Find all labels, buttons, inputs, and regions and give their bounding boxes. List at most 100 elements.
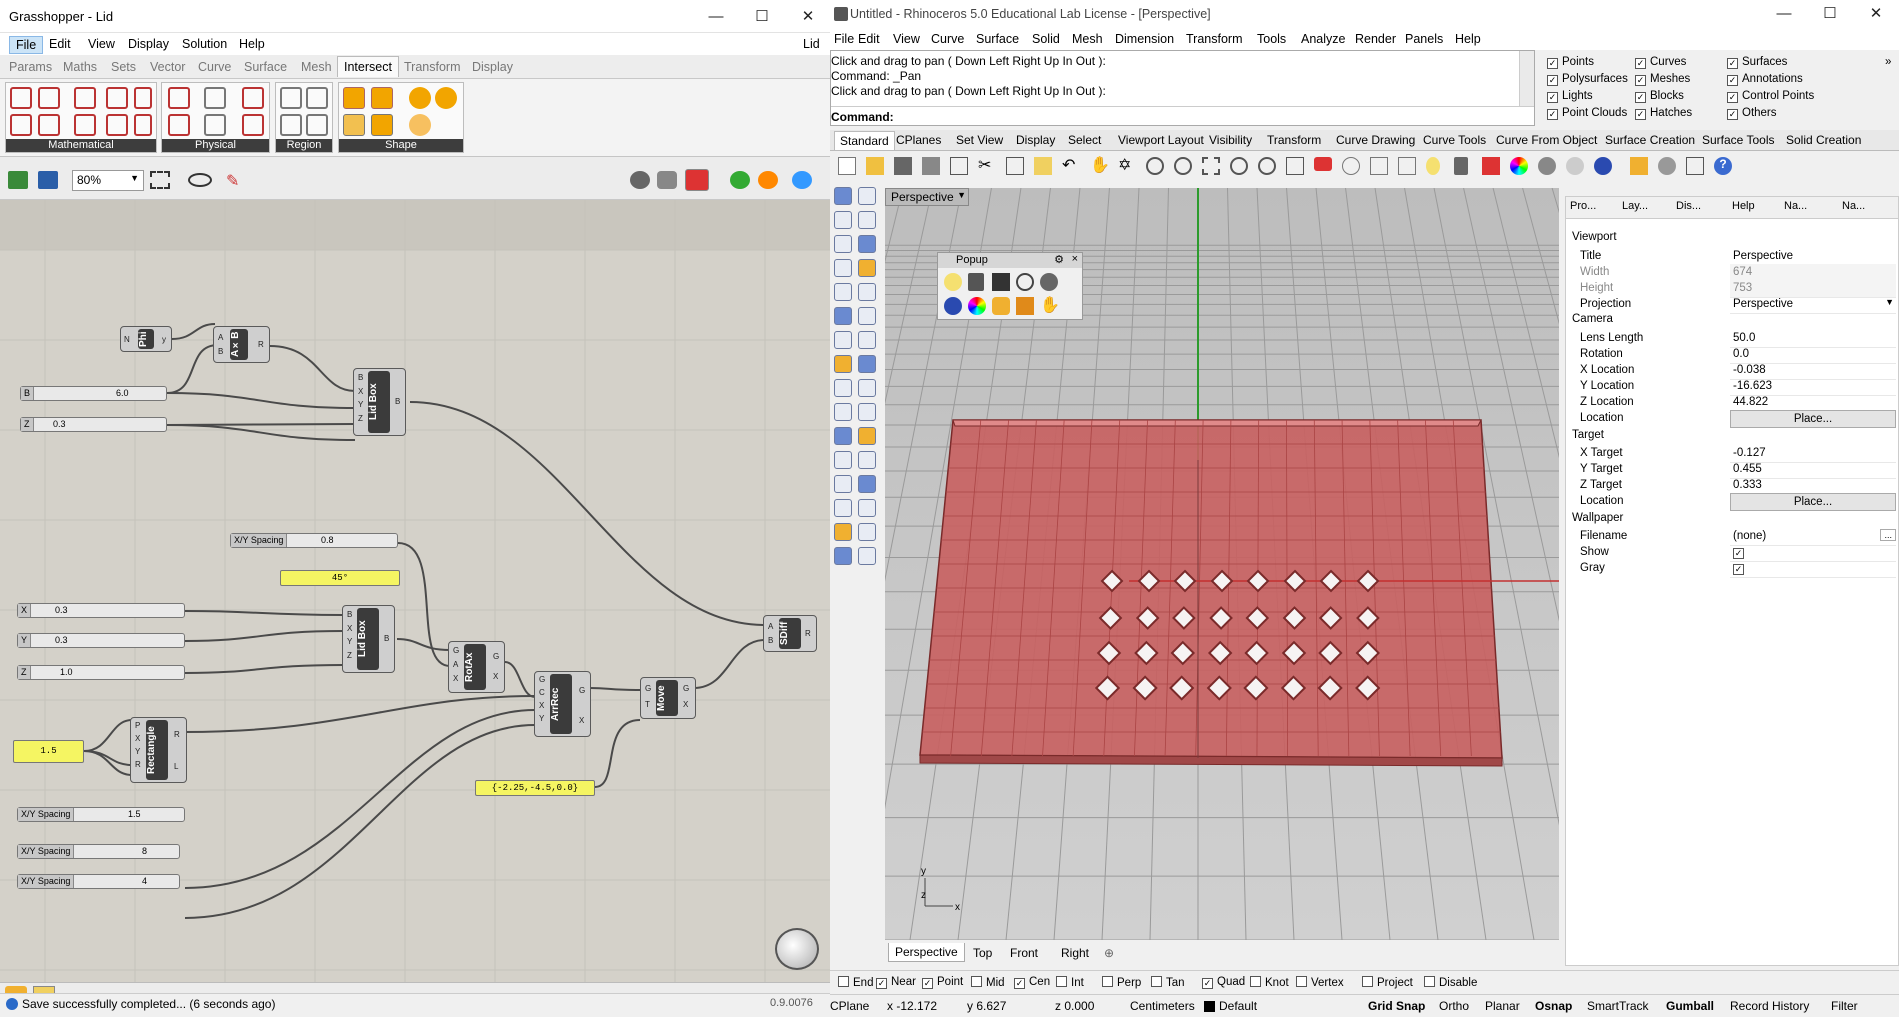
tab-layers[interactable]: Lay... bbox=[1622, 200, 1648, 212]
settings-icon[interactable] bbox=[1658, 157, 1676, 175]
menu-panels[interactable]: Panels bbox=[1399, 31, 1449, 47]
menu-edit[interactable]: Edit bbox=[852, 31, 886, 47]
save-icon[interactable] bbox=[992, 273, 1010, 291]
four-views-icon[interactable] bbox=[1286, 157, 1304, 175]
viewport-title-tab[interactable]: Perspective ▼ bbox=[885, 188, 969, 206]
join-icon[interactable] bbox=[858, 427, 876, 445]
document-preview-icon[interactable] bbox=[758, 171, 778, 189]
arc-icon[interactable] bbox=[834, 235, 852, 253]
solid-intersection-icon[interactable] bbox=[435, 87, 457, 109]
lid-box-component-2[interactable]: B X Y Z Lid Box B bbox=[342, 605, 395, 673]
tab-select[interactable]: Select bbox=[1068, 133, 1101, 147]
color-icon[interactable] bbox=[1510, 157, 1528, 175]
plane-plane-icon[interactable] bbox=[134, 114, 152, 136]
tab-properties[interactable]: Pro... bbox=[1570, 200, 1596, 212]
brep-plane-icon[interactable] bbox=[74, 87, 96, 109]
slider-xy-spacing-2[interactable]: X/Y Spacing 1.5 bbox=[17, 807, 185, 822]
minimize-icon[interactable]: — bbox=[693, 0, 739, 33]
light-icon[interactable] bbox=[858, 547, 876, 565]
plane-curve-icon[interactable] bbox=[106, 87, 128, 109]
mesh-icon[interactable] bbox=[834, 355, 852, 373]
solid-difference-icon[interactable] bbox=[409, 114, 431, 136]
osnap-checkbox[interactable]: ✓ Point bbox=[922, 976, 963, 989]
command-area[interactable]: Click and drag to pan ( Down Left Right … bbox=[830, 50, 1535, 126]
osnap-checkbox[interactable]: Project bbox=[1362, 976, 1413, 989]
rhino-titlebar[interactable]: Untitled - Rhinoceros 5.0 Educational La… bbox=[830, 0, 1899, 28]
gray-checkbox[interactable]: ✓ bbox=[1733, 564, 1744, 575]
zoom-icon[interactable] bbox=[1146, 157, 1164, 175]
paste-icon-2[interactable] bbox=[1034, 157, 1052, 175]
dimension-icon[interactable] bbox=[834, 523, 852, 541]
options-icon[interactable] bbox=[992, 297, 1010, 315]
filter-checkbox[interactable]: ✓ Control Points bbox=[1727, 90, 1814, 103]
line-plane-icon[interactable] bbox=[134, 87, 152, 109]
ortho-toggle[interactable]: Ortho bbox=[1439, 999, 1469, 1013]
filter-checkbox[interactable]: ✓ Point Clouds bbox=[1547, 107, 1627, 120]
render-icon[interactable] bbox=[1594, 157, 1612, 175]
split-icon[interactable] bbox=[834, 427, 852, 445]
region-difference-icon[interactable] bbox=[371, 87, 393, 109]
check-icon[interactable] bbox=[858, 499, 876, 517]
multiplication-component[interactable]: A B A×B R bbox=[213, 326, 270, 363]
gumball-icon[interactable] bbox=[1342, 157, 1360, 175]
tab-curve[interactable]: Curve bbox=[198, 60, 231, 74]
extrude-icon[interactable] bbox=[858, 307, 876, 325]
minimize-icon[interactable]: — bbox=[1761, 0, 1807, 28]
preview-shaded-icon[interactable] bbox=[685, 169, 709, 191]
new-file-icon[interactable] bbox=[838, 157, 856, 175]
tab-solid-creation[interactable]: Solid Creation bbox=[1786, 133, 1861, 147]
osnap-checkbox[interactable]: Knot bbox=[1250, 976, 1289, 989]
tab-surface-tools[interactable]: Surface Tools bbox=[1702, 133, 1775, 147]
surface-icon[interactable] bbox=[834, 307, 852, 325]
open-file-icon[interactable] bbox=[8, 171, 28, 189]
menu-analyze[interactable]: Analyze bbox=[1295, 31, 1351, 47]
gear-icon[interactable]: ⚙ bbox=[1054, 253, 1064, 266]
gh-canvas[interactable]: N Phi y A B A×B R B X Y Z Lid Box B B X … bbox=[0, 200, 830, 982]
open-file-icon[interactable] bbox=[866, 157, 884, 175]
copy-icon[interactable] bbox=[950, 157, 968, 175]
rotate-icon[interactable]: ✡ bbox=[1118, 155, 1131, 175]
lid-box-top[interactable] bbox=[919, 419, 1503, 759]
select-arrow-icon[interactable] bbox=[834, 187, 852, 205]
filter-checkbox[interactable]: ✓ Annotations bbox=[1727, 73, 1803, 86]
phi-component[interactable]: N Phi y bbox=[120, 326, 172, 352]
osnap-toggle[interactable]: Osnap bbox=[1535, 999, 1572, 1013]
sphere-icon[interactable] bbox=[858, 331, 876, 349]
tab-display[interactable]: Display bbox=[472, 60, 513, 74]
layer-icon[interactable] bbox=[1482, 157, 1500, 175]
fillet-icon[interactable] bbox=[834, 379, 852, 397]
section-icon[interactable] bbox=[106, 114, 128, 136]
filter-checkbox[interactable]: ✓ Curves bbox=[1635, 56, 1686, 69]
menu-solution[interactable]: Solution bbox=[176, 36, 233, 52]
undo-icon[interactable]: ↶ bbox=[1062, 155, 1075, 175]
menu-view[interactable]: View bbox=[82, 36, 121, 52]
osnap-checkbox[interactable]: Tan bbox=[1151, 976, 1185, 989]
tab-help[interactable]: Help bbox=[1732, 200, 1755, 212]
filter-checkbox[interactable]: ✓ Lights bbox=[1547, 90, 1593, 103]
circle-icon[interactable] bbox=[858, 211, 876, 229]
curve-self-icon[interactable] bbox=[168, 87, 190, 109]
osnap-checkbox[interactable]: Disable bbox=[1424, 976, 1477, 989]
boundary-volume-icon[interactable] bbox=[371, 114, 393, 136]
menu-tools[interactable]: Tools bbox=[1251, 31, 1292, 47]
options-icon[interactable] bbox=[1630, 157, 1648, 175]
osnap-checkbox[interactable]: Vertex bbox=[1296, 976, 1344, 989]
filter-checkbox[interactable]: ✓ Meshes bbox=[1635, 73, 1690, 86]
trim-region-icon[interactable] bbox=[306, 87, 328, 109]
zoom-extents-icon[interactable] bbox=[150, 171, 170, 189]
mesh-ray-icon[interactable] bbox=[38, 114, 60, 136]
menu-curve[interactable]: Curve bbox=[925, 31, 970, 47]
tab-maths[interactable]: Maths bbox=[63, 60, 97, 74]
slider-xy-spacing-3[interactable]: X/Y Spacing 8 bbox=[17, 844, 180, 859]
command-scrollbar[interactable] bbox=[1519, 51, 1534, 106]
tab-display[interactable]: Dis... bbox=[1676, 200, 1701, 212]
add-viewport-icon[interactable]: ⊕ bbox=[1104, 946, 1114, 960]
undo-view-icon[interactable] bbox=[1258, 157, 1276, 175]
light-icon[interactable] bbox=[944, 273, 962, 291]
perspective-viewport[interactable]: y z x Perspective ▼ Popup × ⚙ ✋ bbox=[885, 188, 1559, 940]
split-region-icon[interactable] bbox=[280, 87, 302, 109]
osnap-checkbox[interactable]: Perp bbox=[1102, 976, 1141, 989]
osnap-checkbox[interactable]: Mid bbox=[971, 976, 1005, 989]
panel-vector[interactable]: {-2.25,-4.5,0.0} bbox=[475, 780, 595, 796]
box-icon[interactable] bbox=[834, 331, 852, 349]
